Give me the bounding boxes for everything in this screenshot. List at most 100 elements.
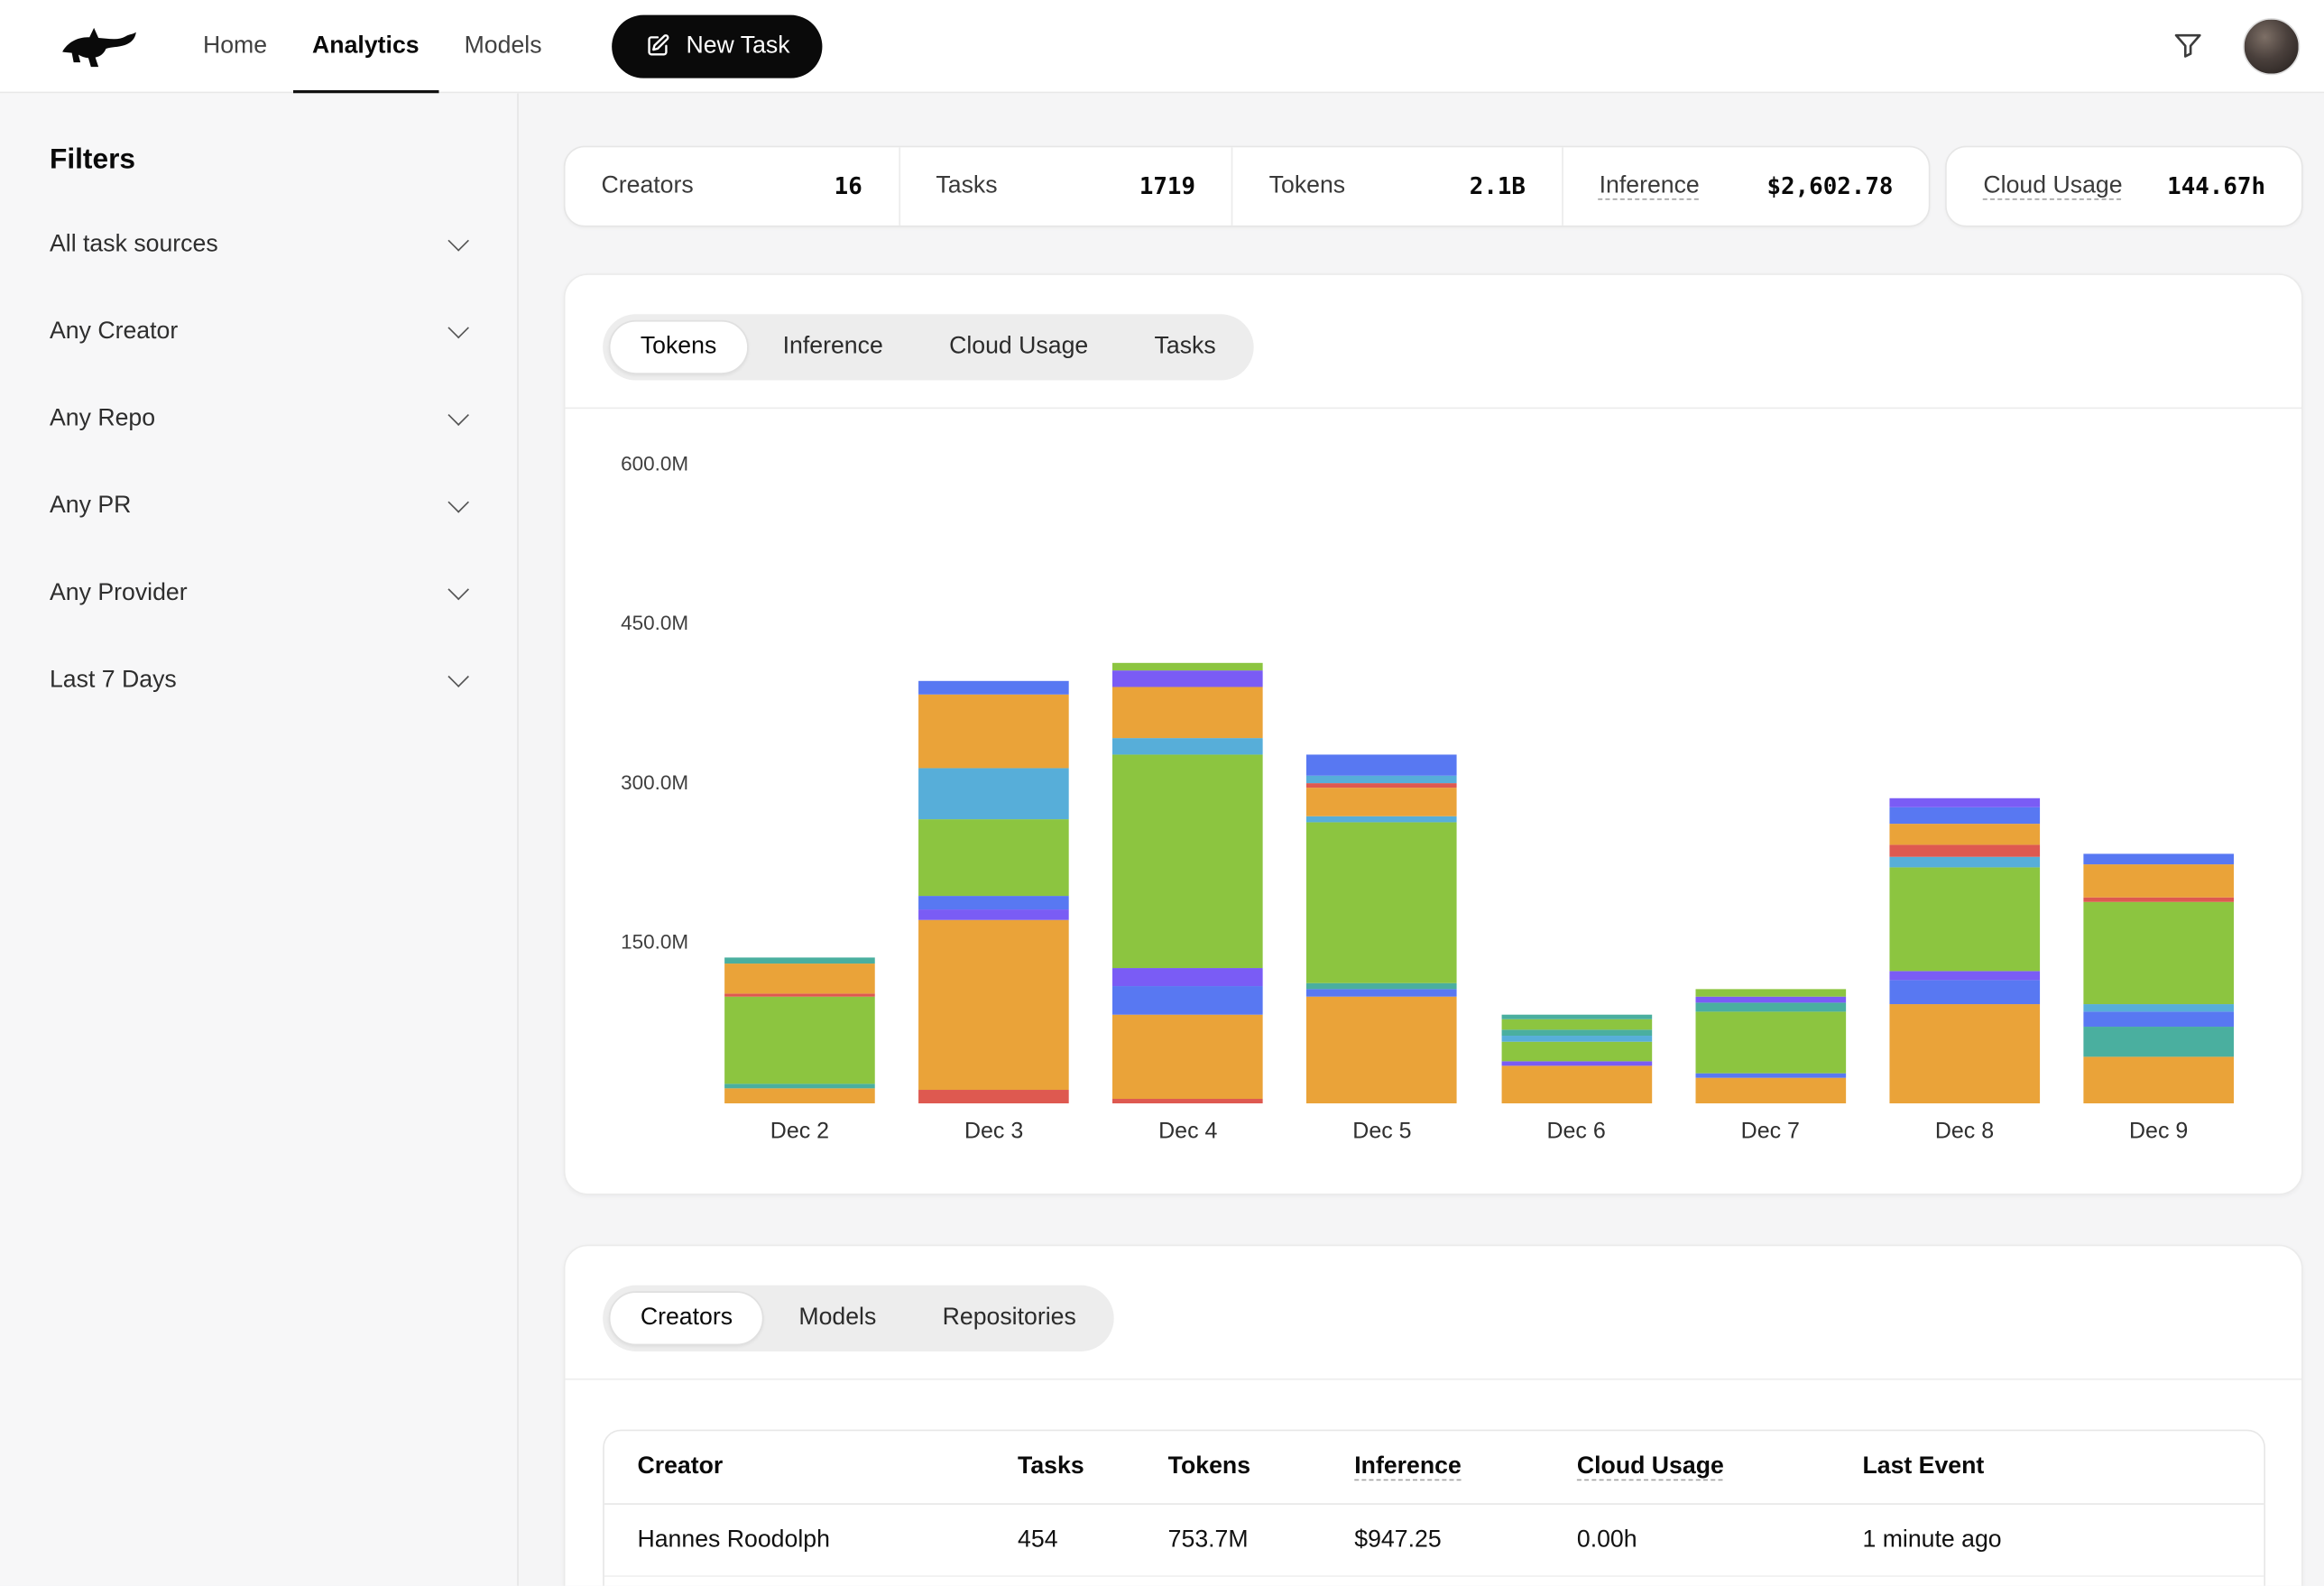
cell-inference: $947.25 <box>1354 1526 1577 1554</box>
bar-segment-dec-6-purple[interactable] <box>1501 1061 1652 1065</box>
bar-segment-dec-8-purple[interactable] <box>1889 798 2040 807</box>
bar-segment-dec-8-purple[interactable] <box>1889 972 2040 980</box>
x-axis-label-dec-6: Dec 6 <box>1479 1119 1674 1144</box>
bar-segment-dec-2-green[interactable] <box>724 997 875 1084</box>
chart-tab-tasks[interactable]: Tasks <box>1123 320 1248 374</box>
bar-segment-dec-3-orange[interactable] <box>918 919 1069 1089</box>
bar-segment-dec-4-purple[interactable] <box>1112 967 1263 986</box>
table-tabs: CreatorsModelsRepositories <box>603 1286 1113 1351</box>
column-header-cloud-usage[interactable]: Cloud Usage <box>1577 1453 1863 1480</box>
bar-segment-dec-5-skyblue[interactable] <box>1307 776 1458 782</box>
chart-card: TokensInferenceCloud UsageTasks 150.0M30… <box>564 273 2303 1194</box>
avatar[interactable] <box>2243 17 2300 74</box>
bar-segment-dec-7-green[interactable] <box>1695 990 1846 997</box>
bar-segment-dec-6-skyblue[interactable] <box>1501 1036 1652 1042</box>
bar-segment-dec-7-blue[interactable] <box>1695 1074 1846 1078</box>
table-row-hannes-roodolph[interactable]: Hannes Roodolph454753.7M$947.250.00h1 mi… <box>604 1505 2264 1577</box>
bar-segment-dec-8-green[interactable] <box>1889 868 2040 972</box>
bar-segment-dec-9-green[interactable] <box>2083 901 2234 1003</box>
bar-segment-dec-6-teal[interactable] <box>1501 1014 1652 1019</box>
bar-segment-dec-4-orange[interactable] <box>1112 687 1263 737</box>
bar-segment-dec-2-orange[interactable] <box>724 964 875 994</box>
column-header-inference[interactable]: Inference <box>1354 1453 1577 1480</box>
kangaroo-logo[interactable] <box>57 19 138 73</box>
filter-any-repo[interactable]: Any Repo <box>0 376 517 464</box>
bar-segment-dec-3-purple[interactable] <box>918 909 1069 920</box>
stats-row: Creators16Tasks1719Tokens2.1BInference$2… <box>564 146 2303 227</box>
app: HomeAnalyticsModels New Task Filters All… <box>0 0 2324 1586</box>
bar-segment-dec-3-blue[interactable] <box>918 682 1069 695</box>
bar-segment-dec-7-green[interactable] <box>1695 1012 1846 1074</box>
bar-segment-dec-7-orange[interactable] <box>1695 1078 1846 1103</box>
bar-segment-dec-9-teal[interactable] <box>2083 1027 2234 1056</box>
bar-segment-dec-5-orange[interactable] <box>1307 997 1458 1103</box>
bar-segment-dec-3-orange[interactable] <box>918 695 1069 769</box>
stat-tokens: Tokens2.1B <box>1231 147 1562 226</box>
bar-segment-dec-6-orange[interactable] <box>1501 1065 1652 1103</box>
bar-segment-dec-3-blue[interactable] <box>918 896 1069 908</box>
bar-segment-dec-9-red[interactable] <box>2083 898 2234 902</box>
table-tab-repositories[interactable]: Repositories <box>911 1291 1108 1345</box>
filter-any-provider[interactable]: Any Provider <box>0 550 517 638</box>
filter-any-creator[interactable]: Any Creator <box>0 289 517 376</box>
filter-last-7-days[interactable]: Last 7 Days <box>0 637 517 724</box>
bar-segment-dec-6-green[interactable] <box>1501 1042 1652 1061</box>
bar-segment-dec-5-green[interactable] <box>1307 822 1458 983</box>
bar-segment-dec-9-blue[interactable] <box>2083 1012 2234 1027</box>
bar-segment-dec-8-red[interactable] <box>1889 845 2040 857</box>
bar-segment-dec-8-orange[interactable] <box>1889 824 2040 845</box>
bar-segment-dec-5-blue[interactable] <box>1307 755 1458 777</box>
bar-segment-dec-5-skyblue[interactable] <box>1307 816 1458 822</box>
table-card-divider <box>566 1379 2301 1380</box>
nav-item-analytics[interactable]: Analytics <box>292 0 438 92</box>
bar-segment-dec-4-skyblue[interactable] <box>1112 738 1263 755</box>
filter-any-pr[interactable]: Any PR <box>0 463 517 550</box>
bar-segment-dec-9-blue[interactable] <box>2083 853 2234 864</box>
bar-segment-dec-6-teal[interactable] <box>1501 1029 1652 1036</box>
bar-segment-dec-3-red[interactable] <box>918 1090 1069 1103</box>
bar-segment-dec-6-green[interactable] <box>1501 1019 1652 1029</box>
nav-item-models[interactable]: Models <box>445 0 561 92</box>
table-tab-creators[interactable]: Creators <box>609 1291 764 1345</box>
bar-segment-dec-9-skyblue[interactable] <box>2083 1003 2234 1011</box>
filter-all-task-sources[interactable]: All task sources <box>0 201 517 289</box>
table-row-rooviewer[interactable]: Rooviewer440544.3M$376.2875.23h3 minutes… <box>604 1577 2264 1586</box>
chart-tab-tokens[interactable]: Tokens <box>609 320 748 374</box>
bar-segment-dec-5-teal[interactable] <box>1307 983 1458 990</box>
bar-segment-dec-4-blue[interactable] <box>1112 987 1263 1015</box>
column-header-creator: Creator <box>637 1453 1018 1480</box>
bar-segment-dec-4-red[interactable] <box>1112 1099 1263 1103</box>
new-task-button[interactable]: New Task <box>613 14 823 78</box>
bar-segment-dec-2-teal[interactable] <box>724 1084 875 1089</box>
bar-segment-dec-3-green[interactable] <box>918 820 1069 897</box>
bar-segment-dec-2-red[interactable] <box>724 994 875 998</box>
chevron-down-icon <box>447 230 469 252</box>
stat-label-inference[interactable]: Inference <box>1600 173 1700 200</box>
bar-segment-dec-5-orange[interactable] <box>1307 788 1458 816</box>
bar-segment-dec-9-orange[interactable] <box>2083 864 2234 898</box>
stat-label-cloud-usage[interactable]: Cloud Usage <box>1983 173 2122 200</box>
filter-label-last-7-days: Last 7 Days <box>50 668 177 695</box>
bar-segment-dec-5-blue[interactable] <box>1307 990 1458 997</box>
bar-segment-dec-7-purple[interactable] <box>1695 997 1846 1002</box>
bar-segment-dec-7-teal[interactable] <box>1695 1002 1846 1012</box>
bar-segment-dec-2-orange[interactable] <box>724 1089 875 1103</box>
bar-segment-dec-4-purple[interactable] <box>1112 670 1263 687</box>
bar-segment-dec-4-green[interactable] <box>1112 755 1263 967</box>
bar-segment-dec-5-red[interactable] <box>1307 782 1458 788</box>
filter-funnel-icon[interactable] <box>2166 24 2209 68</box>
bar-segment-dec-4-orange[interactable] <box>1112 1014 1263 1099</box>
table-tab-models[interactable]: Models <box>767 1291 908 1345</box>
bar-segment-dec-2-teal[interactable] <box>724 957 875 964</box>
chart-tab-cloud-usage[interactable]: Cloud Usage <box>918 320 1120 374</box>
bar-segment-dec-8-skyblue[interactable] <box>1889 857 2040 868</box>
chart-tab-inference[interactable]: Inference <box>752 320 915 374</box>
bar-segment-dec-8-blue[interactable] <box>1889 980 2040 1003</box>
filter-label-any-repo: Any Repo <box>50 406 155 433</box>
bar-segment-dec-4-green[interactable] <box>1112 662 1263 669</box>
nav-item-home[interactable]: Home <box>183 0 286 92</box>
bar-segment-dec-9-orange[interactable] <box>2083 1056 2234 1103</box>
bar-segment-dec-3-skyblue[interactable] <box>918 769 1069 819</box>
bar-segment-dec-8-orange[interactable] <box>1889 1003 2040 1103</box>
bar-segment-dec-8-blue[interactable] <box>1889 807 2040 825</box>
